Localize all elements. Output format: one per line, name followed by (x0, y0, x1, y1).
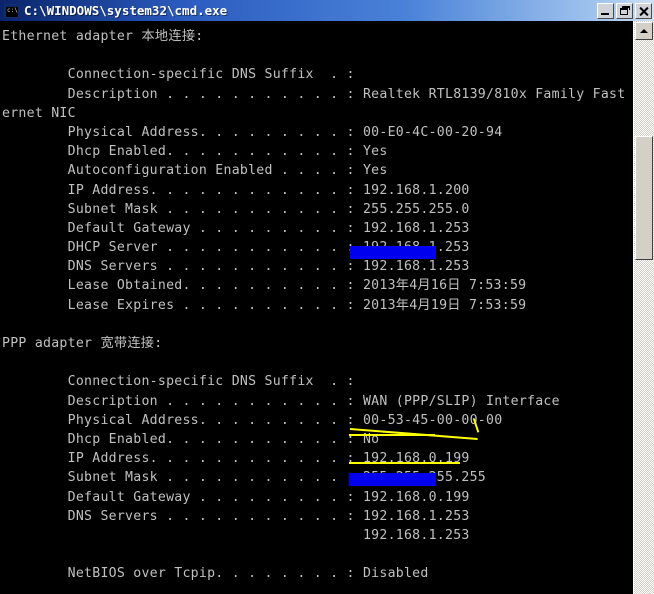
window-controls (595, 2, 654, 19)
console-line: Physical Address. . . . . . . . . : 00-5… (2, 412, 503, 428)
console-line: IP Address. . . . . . . . . . . . : 192.… (2, 182, 470, 198)
console-line: Description . . . . . . . . . . . : WAN … (2, 393, 560, 409)
minimize-button[interactable] (597, 2, 614, 19)
console-line: DNS Servers . . . . . . . . . . . : 192.… (2, 259, 470, 275)
console-line: ernet NIC (2, 105, 76, 121)
scroll-up-arrow[interactable] (635, 22, 653, 40)
console-line: DNS Servers . . . . . . . . . . . : 192.… (2, 508, 470, 524)
console-line: Default Gateway . . . . . . . . . : 192.… (2, 220, 470, 236)
console-line: Autoconfiguration Enabled . . . . : Yes (2, 163, 388, 179)
console-line: DHCP Server . . . . . . . . . . . : 192.… (2, 240, 470, 256)
console-icon (4, 3, 20, 18)
console-line: Lease Obtained. . . . . . . . . . : 2013… (2, 278, 527, 294)
console-line: IP Address. . . . . . . . . . . . : 192.… (2, 451, 470, 467)
console-line: NetBIOS over Tcpip. . . . . . . . : Disa… (2, 566, 429, 582)
console-line: Physical Address. . . . . . . . . : 00-E… (2, 124, 503, 140)
console-line: Lease Expires . . . . . . . . . . : 2013… (2, 297, 527, 313)
close-button[interactable] (635, 2, 652, 19)
console-line: 192.168.1.253 (2, 527, 470, 543)
console-line: Description . . . . . . . . . . . : Real… (2, 86, 654, 102)
console-line: Ethernet adapter 本地连接: (2, 29, 204, 44)
console-line: Connection-specific DNS Suffix . : (2, 374, 355, 390)
console-line: Subnet Mask . . . . . . . . . . . : 255.… (2, 470, 487, 486)
console-client-area[interactable]: Ethernet adapter 本地连接: Connection-specif… (0, 21, 654, 594)
title-bar[interactable]: C:\WINDOWS\system32\cmd.exe (0, 0, 654, 21)
vertical-scrollbar[interactable] (633, 21, 654, 594)
console-line: Subnet Mask . . . . . . . . . . . : 255.… (2, 201, 470, 217)
console-line: Dhcp Enabled. . . . . . . . . . . : Yes (2, 144, 388, 160)
scroll-thumb[interactable] (635, 136, 653, 260)
console-line: Dhcp Enabled. . . . . . . . . . . : No (2, 431, 380, 447)
console-line: Default Gateway . . . . . . . . . : 192.… (2, 489, 470, 505)
restore-button[interactable] (616, 2, 633, 19)
console-line: PPP adapter 宽带连接: (2, 336, 163, 351)
window-title: C:\WINDOWS\system32\cmd.exe (24, 3, 228, 18)
cmd-window: C:\WINDOWS\system32\cmd.exe Ethernet ada… (0, 0, 654, 594)
console-line: Connection-specific DNS Suffix . : (2, 67, 355, 83)
console-text[interactable]: Ethernet adapter 本地连接: Connection-specif… (0, 21, 654, 594)
